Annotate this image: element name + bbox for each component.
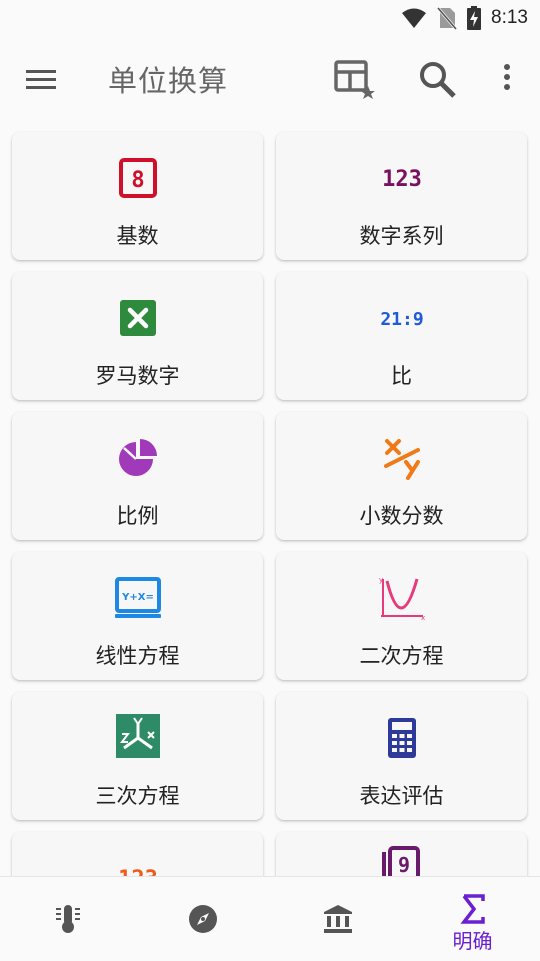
status-bar: 8:13 xyxy=(0,0,540,38)
search-icon[interactable] xyxy=(414,56,460,102)
card-label: 比 xyxy=(391,364,412,388)
ratio-icon: 21:9 xyxy=(380,309,423,330)
proportion-icon xyxy=(118,439,157,476)
card-partial-2[interactable]: 9 xyxy=(276,832,527,876)
card-label: 二次方程 xyxy=(359,644,444,668)
card-expression-evaluation[interactable]: 表达评估 xyxy=(276,692,527,820)
card-label: 三次方程 xyxy=(95,784,180,808)
card-ratio[interactable]: 21:9 比 xyxy=(276,272,527,400)
more-options-icon[interactable] xyxy=(484,56,530,102)
digit-icon: 9 xyxy=(381,846,420,876)
nav-math[interactable]: 明确 xyxy=(405,877,540,961)
svg-text:123: 123 xyxy=(118,867,158,876)
nav-converter[interactable] xyxy=(0,877,135,961)
card-roman-numeral[interactable]: 罗马数字 xyxy=(12,272,263,400)
card-label: 小数分数 xyxy=(359,504,444,528)
card-proportion[interactable]: 比例 xyxy=(12,412,263,540)
battery-charging-icon xyxy=(467,6,482,30)
card-number-series[interactable]: 123 数字系列 xyxy=(276,132,527,260)
card-label: 比例 xyxy=(116,504,159,528)
card-base[interactable]: 8 基数 xyxy=(12,132,263,260)
card-quadratic-equation[interactable]: y x 二次方程 xyxy=(276,552,527,680)
favorites-grid-icon[interactable] xyxy=(330,56,376,102)
svg-text:123: 123 xyxy=(382,167,422,192)
card-label: 基数 xyxy=(116,224,159,248)
calculator-icon xyxy=(387,718,416,758)
cubic-equation-icon xyxy=(115,714,160,758)
svg-text:8: 8 xyxy=(131,168,144,193)
clock: 8:13 xyxy=(491,7,528,28)
menu-icon[interactable] xyxy=(20,60,64,100)
fraction-icon xyxy=(383,439,420,480)
page-title: 单位换算 xyxy=(108,64,229,98)
thermometer-icon xyxy=(55,905,80,933)
card-label: 数字系列 xyxy=(359,224,444,248)
card-fraction[interactable]: 小数分数 xyxy=(276,412,527,540)
quadratic-equation-icon: y x xyxy=(379,576,425,620)
app-bar: 单位换算 xyxy=(0,38,540,120)
base-icon: 8 xyxy=(118,158,157,198)
sigma-icon xyxy=(459,894,485,924)
card-linear-equation[interactable]: Y+X= 线性方程 xyxy=(12,552,263,680)
svg-text:9: 9 xyxy=(397,853,409,876)
svg-text:21:9: 21:9 xyxy=(380,309,423,330)
linear-equation-icon: Y+X= xyxy=(114,577,161,618)
nav-finance[interactable] xyxy=(270,877,405,961)
card-label: 线性方程 xyxy=(95,644,180,668)
nav-explore[interactable] xyxy=(135,877,270,961)
svg-text:x: x xyxy=(421,614,425,620)
card-cubic-equation[interactable]: 三次方程 xyxy=(12,692,263,820)
card-label: 表达评估 xyxy=(359,784,444,808)
roman-numeral-icon xyxy=(119,300,156,336)
compass-icon xyxy=(188,905,217,933)
svg-text:Y+X=: Y+X= xyxy=(121,592,154,603)
bank-icon xyxy=(323,905,352,933)
number-series-icon: 123 xyxy=(382,167,422,192)
wifi-icon xyxy=(402,8,427,28)
nav-math-label: 明确 xyxy=(452,929,493,953)
card-partial-1[interactable]: 123 xyxy=(12,832,263,876)
numeral-system-icon: 123 xyxy=(118,867,158,876)
bottom-navigation: 明确 xyxy=(0,876,540,960)
no-sim-icon xyxy=(437,7,458,30)
converter-grid: 8 基数 123 数字系列 罗马数字 21:9 比 比例 小数分数 Y+X= 线… xyxy=(0,120,540,876)
svg-text:y: y xyxy=(379,576,383,584)
card-label: 罗马数字 xyxy=(95,364,180,388)
